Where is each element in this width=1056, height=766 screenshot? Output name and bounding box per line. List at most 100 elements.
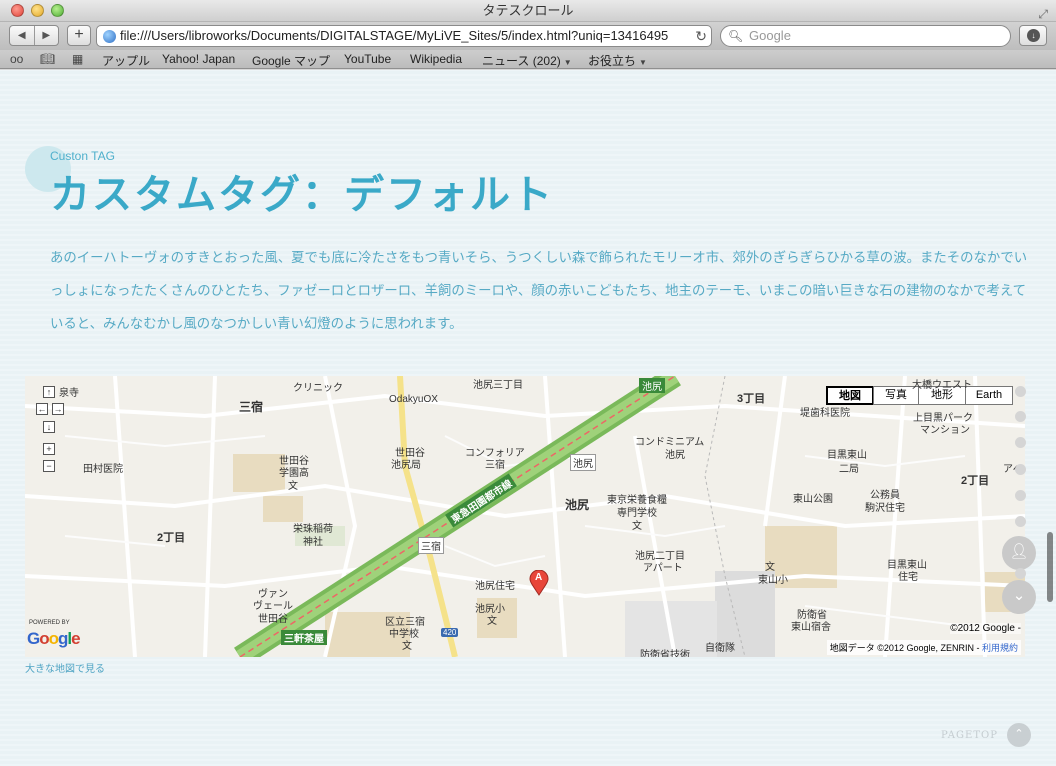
map-label: 三宿 xyxy=(239,400,264,414)
map-label: 池尻 xyxy=(665,450,685,461)
scrollbar[interactable] xyxy=(1044,70,1056,766)
map-label: 神社 xyxy=(303,537,323,548)
map-label: 文 xyxy=(288,481,298,492)
bookmarks-bar: oo 📖︎ ▦ アップル Yahoo! Japan Google マップ You… xyxy=(0,50,1056,69)
downloads-button[interactable]: ↓ xyxy=(1019,25,1047,46)
chevron-down-icon: ▼ xyxy=(639,58,647,67)
map-label: 駒沢住宅 xyxy=(865,503,905,514)
pagetop-link[interactable]: PAGETOP xyxy=(941,730,998,741)
globe-icon xyxy=(103,30,116,43)
bookmark-item[interactable]: YouTube xyxy=(344,52,391,66)
close-window-button[interactable] xyxy=(11,4,24,17)
side-dot xyxy=(1015,516,1026,527)
map-copyright: ©2012 Google - xyxy=(950,623,1021,634)
minimize-window-button[interactable] xyxy=(31,4,44,17)
body-paragraph: あのイーハトーヴォのすきとおった風、夏でも底に冷たさをもつ青いそら、うつくしい森… xyxy=(50,251,1028,332)
side-dot xyxy=(1015,568,1026,579)
map-label: 池尻三丁目 xyxy=(473,380,523,391)
map-label: 世田谷 xyxy=(258,614,288,625)
search-placeholder: Google xyxy=(749,28,791,43)
bookmark-folder-label: お役立ち xyxy=(588,54,637,68)
scroll-down-button[interactable]: ⌄ xyxy=(1002,580,1036,614)
map-label: 東山小 xyxy=(758,575,788,586)
bookmark-folder-label: ニュース (202) xyxy=(482,54,561,68)
address-bar-url: file:///Users/libroworks/Documents/DIGIT… xyxy=(120,28,669,43)
map-label: 目黒東山 xyxy=(827,450,867,461)
search-icon: 🔍︎ xyxy=(728,29,744,43)
bookmark-item[interactable]: Yahoo! Japan xyxy=(162,52,235,66)
side-dot xyxy=(1015,464,1026,475)
scrollbar-thumb[interactable] xyxy=(1047,532,1053,602)
map-label: 田村医院 xyxy=(83,464,123,475)
map-label: 池尻 xyxy=(639,378,665,393)
add-bookmark-button[interactable]: + xyxy=(67,25,91,46)
view-larger-map-link[interactable]: 大きな地図で見る xyxy=(25,660,105,675)
map-label: アパート xyxy=(643,563,683,574)
search-input[interactable]: 🔍︎ Google xyxy=(720,25,1011,47)
pan-left-button[interactable]: ← xyxy=(36,403,48,415)
map-marker-a[interactable]: A xyxy=(529,570,549,596)
google-map[interactable]: ↑ ← → ↓ + − 地図 写真 地形 Earth 泉寺 クリニック Odak… xyxy=(25,376,1025,657)
back-button[interactable]: ◀ xyxy=(10,26,35,45)
map-type-earth[interactable]: Earth xyxy=(965,386,1013,405)
map-label: 池尻住宅 xyxy=(475,581,515,592)
map-label: 2丁目 xyxy=(961,475,990,487)
powered-by-label: POWERED BY xyxy=(29,620,70,626)
web-page: Custon TAG カスタムタグ：デフォルト あのイーハトーヴォのすきとおった… xyxy=(0,70,1056,766)
side-dot xyxy=(1015,386,1026,397)
bookmarks-book-icon[interactable]: 📖︎ xyxy=(40,52,55,66)
zoom-in-button[interactable]: + xyxy=(43,443,55,455)
map-label: 防衛省技術 xyxy=(640,650,690,657)
side-dot xyxy=(1015,437,1026,448)
map-data-credit: 地図データ ©2012 Google, ZENRIN - 利用規約 xyxy=(826,640,1021,655)
map-label: 文 xyxy=(402,641,412,652)
marker-label: A xyxy=(535,572,543,583)
bookmark-item[interactable]: Wikipedia xyxy=(410,52,462,66)
back-forward-control: ◀ ▶ xyxy=(9,25,59,46)
map-label: 三軒茶屋 xyxy=(281,630,327,645)
map-label: 泉寺 xyxy=(59,388,79,399)
map-label: 二局 xyxy=(839,464,859,475)
chevron-down-icon: ▼ xyxy=(563,58,572,67)
map-label: 文 xyxy=(632,521,642,532)
map-label: 東山公園 xyxy=(793,494,833,505)
map-label: 池尻局 xyxy=(391,460,421,471)
map-label: 池尻 xyxy=(570,454,596,471)
zoom-window-button[interactable] xyxy=(51,4,64,17)
reading-list-icon[interactable]: oo xyxy=(10,52,23,66)
terms-link[interactable]: 利用規約 xyxy=(982,643,1018,653)
top-sites-grid-icon[interactable]: ▦ xyxy=(72,52,83,66)
map-label: 2丁目 xyxy=(157,532,186,544)
map-label: クリニック xyxy=(293,383,343,394)
bookmark-folder-news[interactable]: ニュース (202) ▼ xyxy=(482,52,572,69)
forward-button[interactable]: ▶ xyxy=(35,26,59,45)
google-logo[interactable]: Google xyxy=(27,629,81,649)
map-label: OdakyuOX xyxy=(389,394,438,405)
window-titlebar: タテスクロール ⤢ xyxy=(0,0,1056,22)
bookmark-item[interactable]: Google マップ xyxy=(252,52,330,69)
map-label: 自衛隊 xyxy=(705,643,735,654)
map-label: 住宅 xyxy=(898,572,918,583)
profile-button[interactable]: 👤︎ xyxy=(1002,536,1036,570)
map-label: 3丁目 xyxy=(737,393,766,405)
address-bar[interactable]: file:///Users/libroworks/Documents/DIGIT… xyxy=(96,25,712,47)
map-label: 文 xyxy=(765,562,775,573)
zoom-out-button[interactable]: − xyxy=(43,460,55,472)
map-label: 東山宿舎 xyxy=(791,622,831,633)
reload-icon[interactable]: ↻ xyxy=(692,26,707,46)
browser-toolbar: ◀ ▶ + file:///Users/libroworks/Documents… xyxy=(0,22,1056,50)
pan-up-button[interactable]: ↑ xyxy=(43,386,55,398)
pan-down-button[interactable]: ↓ xyxy=(43,421,55,433)
map-label: 池尻 xyxy=(565,498,590,512)
map-label: 三宿 xyxy=(485,460,505,471)
section-tag: Custon TAG xyxy=(50,149,115,163)
bookmark-item[interactable]: アップル xyxy=(102,52,150,69)
map-label: マンション xyxy=(920,425,970,436)
page-title: カスタムタグ：デフォルト xyxy=(50,171,554,218)
window-title: タテスクロール xyxy=(482,3,574,18)
bookmark-folder-useful[interactable]: お役立ち ▼ xyxy=(588,52,647,69)
pan-right-button[interactable]: → xyxy=(52,403,64,415)
side-dot xyxy=(1015,490,1026,501)
pagetop-arrow-icon[interactable]: ⌃ xyxy=(1007,723,1031,747)
map-type-map[interactable]: 地図 xyxy=(826,386,874,405)
